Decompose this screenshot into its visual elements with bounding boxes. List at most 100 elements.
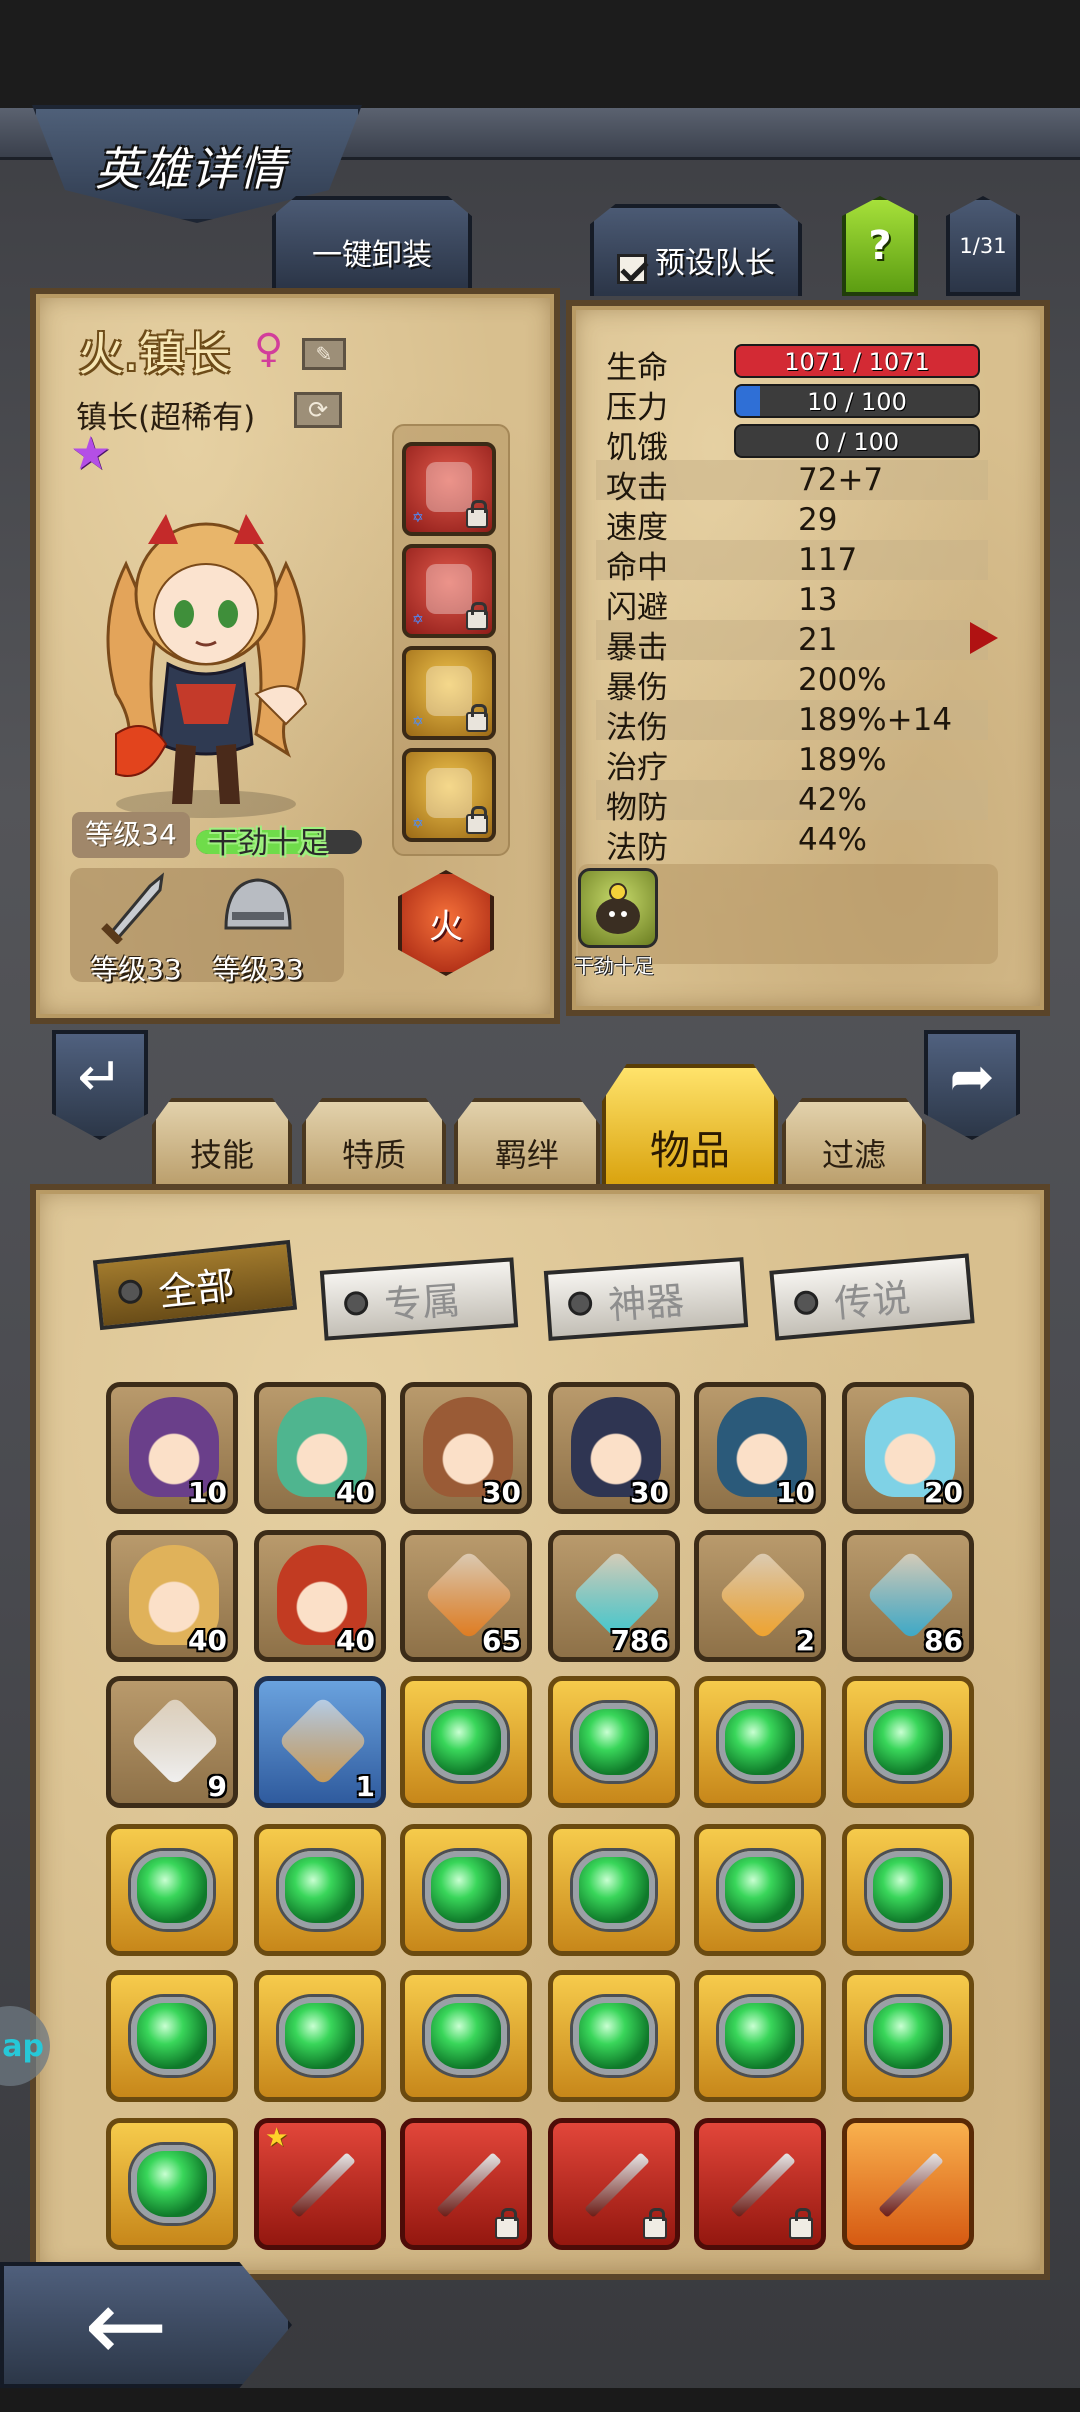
green-gem-icon bbox=[131, 2145, 213, 2223]
page-indicator-label: 1/31 bbox=[959, 234, 1007, 258]
stat-value: 200% bbox=[798, 662, 887, 698]
axe-icon bbox=[290, 2152, 356, 2218]
inventory-item[interactable] bbox=[694, 1676, 826, 1808]
unequip-all-label: 一键卸装 bbox=[312, 238, 432, 273]
item-count: 65 bbox=[482, 1624, 521, 1657]
help-button[interactable]: ? bbox=[842, 196, 918, 296]
back-arrow-icon: ← bbox=[84, 2266, 168, 2384]
crossed-swords-icon bbox=[878, 2152, 944, 2218]
checkbox-checked-icon[interactable] bbox=[617, 254, 647, 284]
stat-value: 29 bbox=[798, 502, 838, 538]
armor-gear[interactable]: 等级33 bbox=[212, 872, 304, 988]
stat-value: 117 bbox=[798, 542, 858, 578]
stat-row: 速度 29 bbox=[596, 500, 988, 546]
inventory-item[interactable]: 20 bbox=[842, 1382, 974, 1514]
inventory-item[interactable] bbox=[842, 1824, 974, 1956]
filter-label: 神器 bbox=[606, 1277, 686, 1328]
rename-icon[interactable]: ✎ bbox=[302, 338, 346, 370]
stat-bar-row: 生命 1071 / 1071 bbox=[596, 340, 988, 386]
back-button[interactable]: ← bbox=[0, 2262, 292, 2388]
inventory-item[interactable] bbox=[842, 2118, 974, 2250]
tab-3[interactable]: 物品 bbox=[602, 1064, 778, 1188]
expand-stats-arrow-icon[interactable] bbox=[970, 622, 998, 654]
preset-captain-toggle[interactable]: 预设队长 bbox=[590, 204, 802, 296]
item-count: 86 bbox=[924, 1624, 963, 1657]
lock-icon bbox=[466, 602, 488, 630]
filter-tag[interactable]: 专属 bbox=[319, 1257, 519, 1341]
inventory-item[interactable] bbox=[106, 1824, 238, 1956]
inventory-item[interactable]: 786 bbox=[548, 1530, 680, 1662]
unequip-all-button[interactable]: 一键卸装 bbox=[272, 196, 472, 288]
swap-class-icon[interactable]: ⟳ bbox=[294, 392, 342, 428]
inventory-item[interactable]: 86 bbox=[842, 1530, 974, 1662]
inventory-item[interactable] bbox=[548, 2118, 680, 2250]
inventory-item[interactable]: 10 bbox=[694, 1382, 826, 1514]
inventory-item[interactable]: 30 bbox=[548, 1382, 680, 1514]
lock-icon bbox=[789, 2208, 813, 2239]
inventory-item[interactable]: 10 bbox=[106, 1382, 238, 1514]
inventory-item[interactable] bbox=[254, 1824, 386, 1956]
lock-icon bbox=[466, 704, 488, 732]
inventory-item[interactable] bbox=[694, 1824, 826, 1956]
equip-slot-4[interactable]: ✡ bbox=[402, 748, 496, 842]
tab-4[interactable]: 过滤 bbox=[782, 1098, 926, 1188]
inventory-item[interactable]: 1 bbox=[254, 1676, 386, 1808]
red-blade-icon bbox=[436, 2152, 502, 2218]
inventory-item[interactable] bbox=[400, 1970, 532, 2102]
stat-label: 法防 bbox=[606, 830, 668, 866]
stat-bar-row: 压力 10 / 100 bbox=[596, 380, 988, 426]
inventory-item[interactable]: ★ bbox=[254, 2118, 386, 2250]
inventory-item[interactable]: 9 bbox=[106, 1676, 238, 1808]
inventory-item[interactable] bbox=[548, 1676, 680, 1808]
inventory-item[interactable] bbox=[106, 2118, 238, 2250]
lock-icon bbox=[495, 2208, 519, 2239]
inventory-item[interactable] bbox=[694, 2118, 826, 2250]
inventory-item[interactable] bbox=[548, 1824, 680, 1956]
stat-bar-value: 10 / 100 bbox=[807, 388, 907, 416]
inventory-item[interactable] bbox=[254, 1970, 386, 2102]
tag-hole-icon bbox=[793, 1289, 820, 1316]
lightning-spear-icon bbox=[730, 2152, 796, 2218]
filter-tag[interactable]: 神器 bbox=[543, 1257, 749, 1341]
inventory-item[interactable]: 40 bbox=[254, 1530, 386, 1662]
green-gem-icon bbox=[867, 1997, 949, 2075]
lock-icon bbox=[466, 500, 488, 528]
equip-slot-1[interactable]: ✡ bbox=[402, 442, 496, 536]
equip-slot-2[interactable]: ✡ bbox=[402, 544, 496, 638]
tab-2[interactable]: 羁绊 bbox=[454, 1098, 600, 1188]
inventory-item[interactable]: 30 bbox=[400, 1382, 532, 1514]
weapon-gear[interactable]: 等级33 bbox=[90, 872, 182, 988]
inventory-item[interactable] bbox=[400, 1824, 532, 1956]
inventory-item[interactable] bbox=[400, 1676, 532, 1808]
stat-value: 189% bbox=[798, 742, 887, 778]
rarity-star-icon: ★ bbox=[70, 426, 112, 480]
lock-icon bbox=[466, 806, 488, 834]
star-icon: ★ bbox=[265, 2123, 289, 2153]
inventory-item[interactable] bbox=[548, 1970, 680, 2102]
stat-row: 治疗 189% bbox=[596, 740, 988, 786]
stat-value: 44% bbox=[798, 822, 867, 858]
inventory-item[interactable]: 40 bbox=[254, 1382, 386, 1514]
filter-label: 传说 bbox=[832, 1275, 913, 1326]
inventory-item[interactable] bbox=[842, 1676, 974, 1808]
inventory-item[interactable]: 40 bbox=[106, 1530, 238, 1662]
equip-slot-3[interactable]: ✡ bbox=[402, 646, 496, 740]
inventory-item[interactable] bbox=[400, 2118, 532, 2250]
tab-0[interactable]: 技能 bbox=[152, 1098, 292, 1188]
trait-motivated-icon[interactable] bbox=[578, 868, 658, 948]
green-gem-icon bbox=[573, 1851, 655, 1929]
inventory-item[interactable]: 2 bbox=[694, 1530, 826, 1662]
green-gem-icon bbox=[573, 1703, 655, 1781]
filter-label: 专属 bbox=[382, 1277, 462, 1327]
inventory-item[interactable] bbox=[842, 1970, 974, 2102]
inventory-item[interactable]: 65 bbox=[400, 1530, 532, 1662]
item-count: 786 bbox=[610, 1624, 669, 1657]
stat-row: 闪避 13 bbox=[596, 580, 988, 626]
tag-hole-icon bbox=[567, 1290, 593, 1317]
inventory-item[interactable] bbox=[106, 1970, 238, 2102]
tab-1[interactable]: 特质 bbox=[302, 1098, 446, 1188]
preset-captain-label: 预设队长 bbox=[655, 246, 775, 281]
inventory-item[interactable] bbox=[694, 1970, 826, 2102]
item-count: 30 bbox=[482, 1476, 521, 1509]
stat-bar: 0 / 100 bbox=[734, 424, 980, 458]
